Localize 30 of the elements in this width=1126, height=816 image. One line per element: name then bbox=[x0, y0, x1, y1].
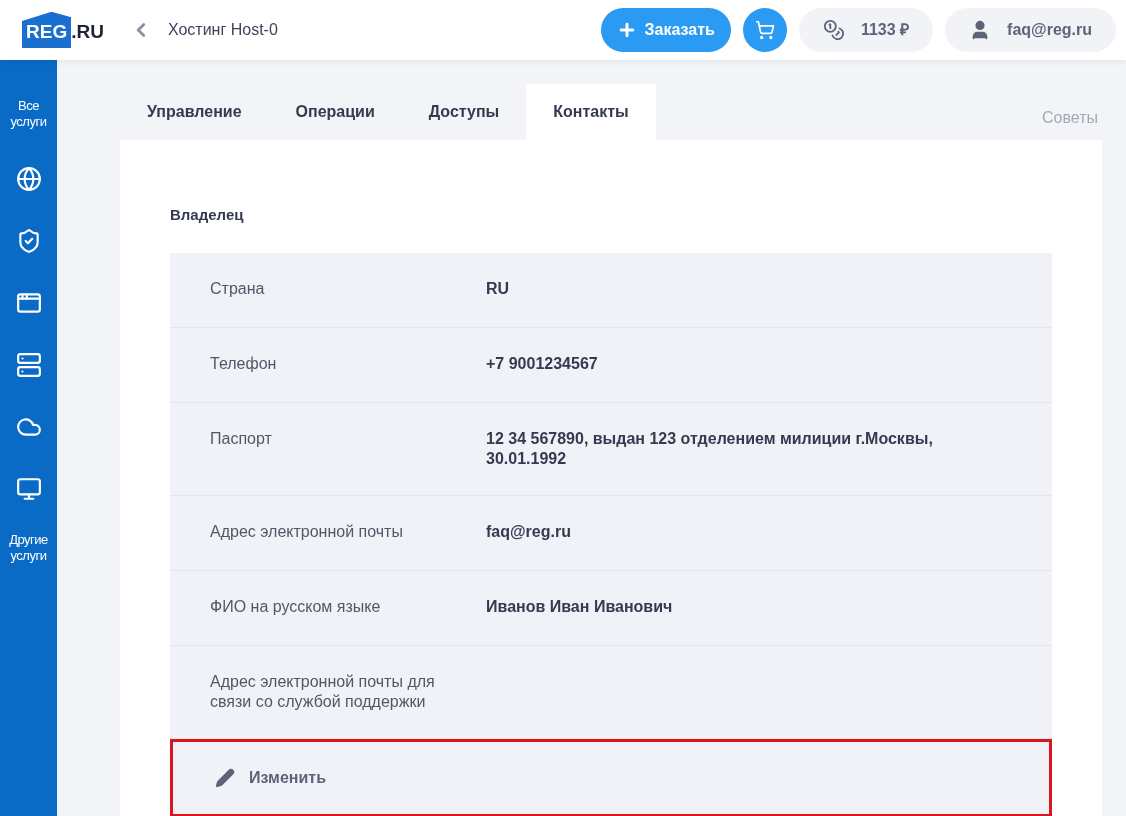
section-title: Владелец bbox=[170, 205, 245, 225]
tab[interactable]: Операции bbox=[268, 84, 402, 140]
page-title: Хостинг Host-0 bbox=[167, 20, 278, 40]
field-value: faq@reg.ru bbox=[486, 521, 572, 542]
field-value: Иванов Иван Иванович bbox=[486, 596, 674, 617]
screen-icon[interactable] bbox=[15, 476, 42, 502]
other-services-link[interactable]: Другие услуги bbox=[0, 532, 57, 564]
field-label: Адрес электронной почты bbox=[210, 521, 404, 542]
field-label: Страна bbox=[210, 278, 266, 299]
pencil-icon bbox=[215, 767, 235, 788]
cart-button[interactable] bbox=[742, 8, 787, 52]
coins-icon bbox=[822, 19, 845, 41]
field-label: ФИО на русском языке bbox=[210, 596, 382, 617]
all-services-link[interactable]: Все услуги bbox=[0, 98, 57, 130]
balance-button[interactable]: 1133 ₽ bbox=[798, 8, 934, 52]
tab[interactable]: Доступы bbox=[401, 84, 527, 140]
field-label: Паспорт bbox=[210, 428, 273, 449]
field-label: Адрес электронной почты для связи со службой поддержки bbox=[210, 671, 436, 712]
globe-icon[interactable] bbox=[15, 166, 42, 192]
field-value: RU bbox=[486, 278, 511, 299]
edit-button[interactable]: Изменить bbox=[170, 738, 1052, 816]
order-button[interactable]: Заказать bbox=[600, 8, 731, 52]
cart-icon bbox=[754, 20, 775, 40]
tab[interactable]: Управление bbox=[120, 84, 269, 140]
field-value: 12 34 567890, выдан 123 отделением милиции г.Москвы, 30.01.1992 bbox=[486, 428, 934, 469]
account-button[interactable]: faq@reg.ru bbox=[945, 8, 1116, 52]
tab[interactable]: Контакты bbox=[526, 84, 656, 140]
field-value: +7 9001234567 bbox=[486, 353, 599, 374]
browser-window-icon[interactable] bbox=[15, 290, 42, 316]
field-label: Телефон bbox=[210, 353, 278, 374]
